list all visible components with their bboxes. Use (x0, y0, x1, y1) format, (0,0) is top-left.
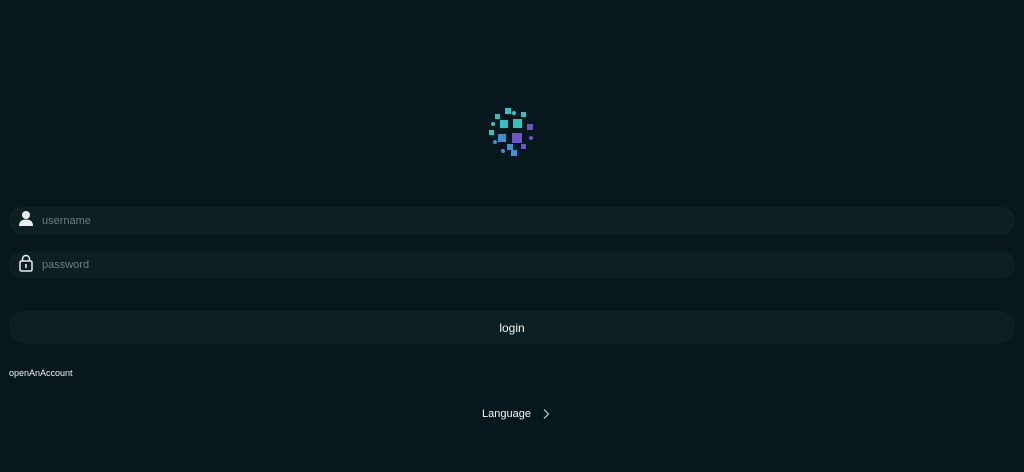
username-input[interactable] (42, 207, 1002, 235)
password-field[interactable] (9, 251, 1015, 279)
login-page: login openAnAccount Language (0, 0, 1024, 472)
app-logo (489, 108, 533, 156)
language-selector[interactable]: Language (482, 406, 550, 422)
password-input[interactable] (42, 251, 1002, 279)
user-icon (19, 211, 33, 226)
open-account-link[interactable]: openAnAccount (9, 367, 73, 379)
lock-icon (19, 254, 33, 272)
login-button[interactable]: login (9, 311, 1015, 344)
chevron-right-icon (543, 409, 550, 419)
language-label: Language (482, 408, 531, 420)
username-field[interactable] (9, 207, 1015, 235)
